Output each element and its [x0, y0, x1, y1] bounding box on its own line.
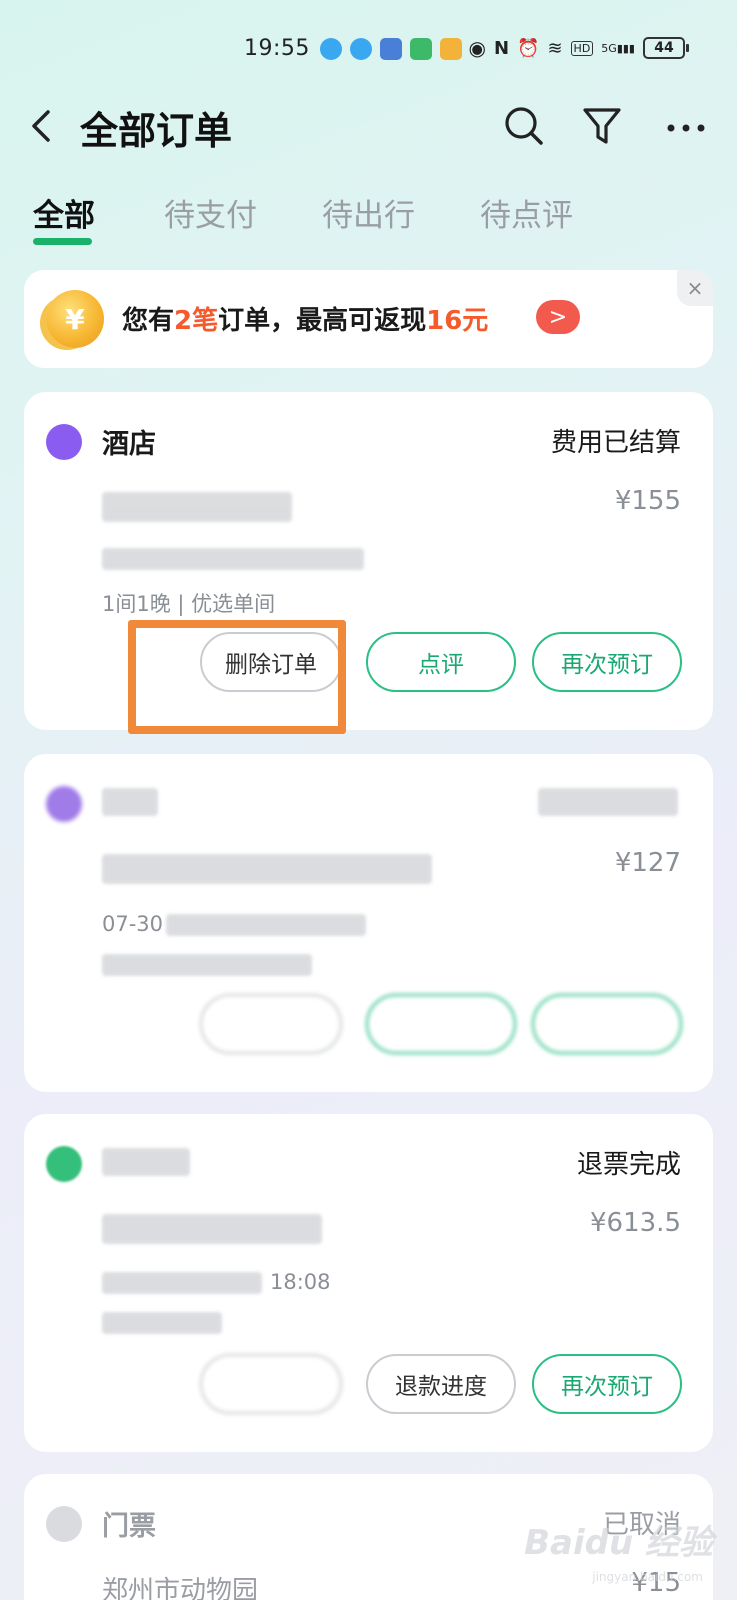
order-card-2[interactable]: ¥127 07-30	[24, 754, 713, 1092]
app-header: 全部订单	[0, 92, 737, 162]
nfc-icon: N	[493, 37, 510, 59]
book-again-button[interactable]: 再次预订	[532, 1354, 682, 1414]
back-arrow-icon[interactable]	[24, 106, 64, 146]
keyboard-icon	[380, 38, 402, 60]
shield-icon	[410, 38, 432, 60]
eye-icon: ◉	[468, 36, 486, 60]
wifi-icon: ≋	[547, 37, 563, 59]
redacted-status	[538, 788, 678, 816]
tab-pending-payment[interactable]: 待支付	[164, 190, 257, 235]
order-category: 门票	[102, 1511, 156, 1542]
departure-time: 18:08	[270, 1270, 331, 1294]
room-detail: 1间1晚 | 优选单间	[102, 592, 276, 616]
book-again-button[interactable]: 再次预订	[532, 632, 682, 692]
order-action-button[interactable]	[532, 994, 682, 1054]
review-button[interactable]: 点评	[366, 632, 516, 692]
status-bar: 19:55 ◉ N ⏰ ≋ HD 5G▮▮▮ 44	[0, 0, 737, 100]
redacted-category	[102, 788, 158, 816]
redacted-title	[102, 854, 432, 884]
cashback-text: 您有2笔订单，最高可返现16元	[122, 306, 489, 336]
delete-order-button[interactable]: 删除订单	[200, 632, 342, 692]
redacted-date	[102, 548, 364, 570]
cloud-icon	[350, 38, 372, 60]
close-icon[interactable]: ×	[677, 270, 713, 306]
order-title: 郑州市动物园	[102, 1576, 259, 1600]
ticket-icon	[46, 1506, 82, 1542]
app-icon	[440, 38, 462, 60]
coin-icon: ¥	[46, 290, 104, 348]
signal-icon: 5G▮▮▮	[601, 41, 635, 55]
redacted-date	[102, 1272, 262, 1294]
redacted-detail	[102, 954, 312, 976]
category-icon	[46, 786, 82, 822]
redacted-detail	[102, 1312, 222, 1334]
alarm-icon: ⏰	[517, 37, 540, 59]
cloud-icon	[320, 38, 342, 60]
filter-icon[interactable]	[580, 104, 624, 148]
redacted-category	[102, 1148, 190, 1176]
cashback-banner[interactable]: ¥ 您有2笔订单，最高可返现16元 > ×	[24, 270, 713, 368]
battery-icon: 44	[643, 37, 689, 59]
order-category: 酒店	[102, 429, 156, 460]
ticket-icon	[46, 1146, 82, 1182]
hd-icon: HD	[570, 40, 594, 56]
notification-icons	[320, 38, 462, 60]
redacted-route	[102, 1214, 322, 1244]
tab-pending-review[interactable]: 待点评	[480, 190, 573, 235]
chevron-right-icon[interactable]: >	[536, 300, 580, 334]
order-action-button[interactable]	[200, 994, 342, 1054]
system-icons: ◉ N ⏰ ≋ HD 5G▮▮▮ 44	[468, 36, 689, 60]
hotel-icon	[46, 424, 82, 460]
more-icon[interactable]	[664, 104, 708, 148]
order-tabs: 全部 待支付 待出行 待点评	[0, 182, 737, 252]
redacted-hotel-name	[102, 492, 292, 522]
search-icon[interactable]	[502, 104, 546, 148]
order-card-3[interactable]: 退票完成 ¥613.5 18:08 退款进度 再次预订	[24, 1114, 713, 1452]
tab-upcoming-travel[interactable]: 待出行	[322, 190, 415, 235]
refund-progress-button[interactable]: 退款进度	[366, 1354, 516, 1414]
order-action-button[interactable]	[200, 1354, 342, 1414]
order-date: 07-30	[102, 912, 164, 936]
order-status: 退票完成	[576, 1150, 681, 1180]
redacted-date-range	[166, 914, 366, 936]
order-status: 费用已结算	[550, 428, 681, 458]
status-time: 19:55	[244, 36, 310, 61]
watermark-url: jingyan.baidu.com	[592, 1570, 703, 1584]
page-title: 全部订单	[80, 109, 233, 153]
order-card-hotel[interactable]: 酒店 费用已结算 ¥155 1间1晚 | 优选单间 删除订单 点评 再次预订	[24, 392, 713, 730]
tab-all[interactable]: 全部	[33, 190, 95, 235]
order-price: ¥127	[614, 848, 681, 878]
watermark-logo: Baidu 经验	[524, 1523, 713, 1563]
order-price: ¥155	[614, 486, 681, 516]
active-tab-indicator	[33, 238, 92, 245]
order-price: ¥613.5	[590, 1208, 681, 1238]
order-action-button[interactable]	[366, 994, 516, 1054]
